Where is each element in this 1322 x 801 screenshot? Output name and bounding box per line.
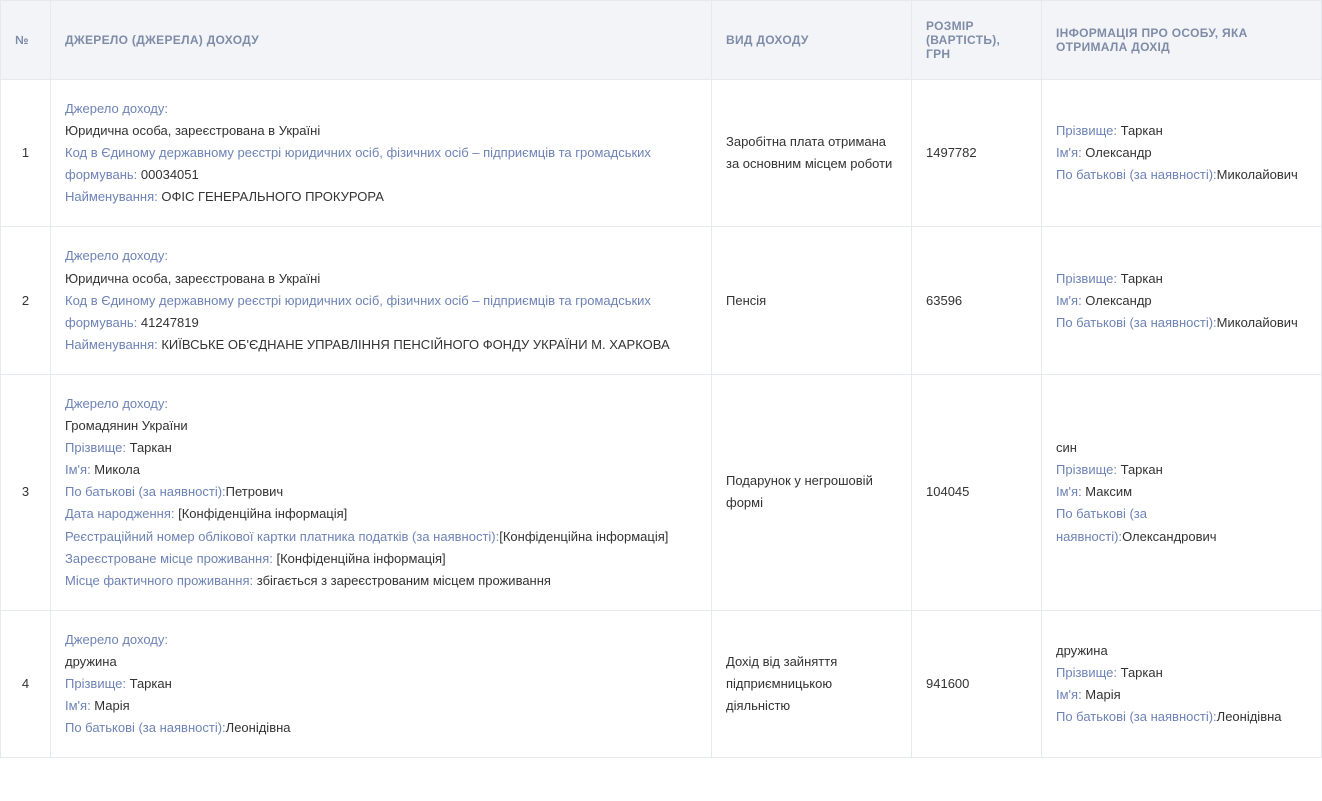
label-source-header: Джерело доходу: — [65, 248, 168, 263]
header-source: ДЖЕРЕЛО (ДЖЕРЕЛА) ДОХОДУ — [51, 1, 712, 80]
src-actaddr: збігається з зареєстрованим місцем прожи… — [257, 573, 551, 588]
src-dob: [Конфіденційна інформація] — [178, 506, 347, 521]
row-num: 3 — [1, 374, 51, 610]
person-patronymic: Миколайович — [1217, 315, 1298, 330]
label-patronymic: По батькові (за наявності): — [65, 484, 226, 499]
label-patronymic: По батькові (за наявності): — [1056, 315, 1217, 330]
label-patronymic: По батькові (за наявності): — [65, 720, 226, 735]
label-surname: Прізвище: — [65, 676, 130, 691]
source-entity: Юридична особа, зареєстрована в Україні — [65, 123, 320, 138]
cell-type: Пенсія — [712, 227, 912, 374]
person-patronymic: Леонідівна — [1217, 709, 1282, 724]
source-entity: дружина — [65, 654, 117, 669]
label-orgname: Найменування: — [65, 189, 161, 204]
row-num: 1 — [1, 80, 51, 227]
source-code: 41247819 — [141, 315, 199, 330]
label-surname: Прізвище: — [1056, 123, 1121, 138]
cell-source: Джерело доходу: Юридична особа, зареєстр… — [51, 227, 712, 374]
cell-source: Джерело доходу: дружина Прізвище: Таркан… — [51, 610, 712, 757]
cell-person: син Прізвище: Таркан Ім'я: Максим По бат… — [1042, 374, 1322, 610]
header-amount: РОЗМІР (ВАРТІСТЬ), ГРН — [912, 1, 1042, 80]
cell-type: Дохід від зайняття підприємницькою діяль… — [712, 610, 912, 757]
src-regaddr: [Конфіденційна інформація] — [277, 551, 446, 566]
person-relation: син — [1056, 440, 1077, 455]
src-patronymic: Леонідівна — [226, 720, 291, 735]
header-person: ІНФОРМАЦІЯ ПРО ОСОБУ, ЯКА ОТРИМАЛА ДОХІД — [1042, 1, 1322, 80]
source-orgname: КИЇВСЬКЕ ОБ'ЄДНАНЕ УПРАВЛІННЯ ПЕНСІЙНОГО… — [161, 337, 669, 352]
src-surname: Таркан — [130, 676, 172, 691]
source-entity: Громадянин України — [65, 418, 188, 433]
person-surname: Таркан — [1121, 665, 1163, 680]
person-firstname: Максим — [1085, 484, 1132, 499]
cell-amount: 104045 — [912, 374, 1042, 610]
header-num: № — [1, 1, 51, 80]
src-surname: Таркан — [130, 440, 172, 455]
person-firstname: Марія — [1085, 687, 1120, 702]
cell-person: дружина Прізвище: Таркан Ім'я: Марія По … — [1042, 610, 1322, 757]
label-firstname: Ім'я: — [1056, 687, 1085, 702]
label-orgname: Найменування: — [65, 337, 161, 352]
label-source-header: Джерело доходу: — [65, 101, 168, 116]
label-source-header: Джерело доходу: — [65, 396, 168, 411]
row-num: 2 — [1, 227, 51, 374]
label-patronymic: По батькові (за наявності): — [1056, 167, 1217, 182]
cell-person: Прізвище: Таркан Ім'я: Олександр По бать… — [1042, 80, 1322, 227]
person-surname: Таркан — [1121, 462, 1163, 477]
person-firstname: Олександр — [1085, 293, 1151, 308]
label-firstname: Ім'я: — [1056, 145, 1085, 160]
src-firstname: Микола — [94, 462, 140, 477]
src-firstname: Марія — [94, 698, 129, 713]
label-regaddr: Зареєстроване місце проживання: — [65, 551, 277, 566]
person-patronymic: Олександрович — [1122, 529, 1217, 544]
label-source-header: Джерело доходу: — [65, 632, 168, 647]
label-firstname: Ім'я: — [1056, 484, 1085, 499]
src-taxid: [Конфіденційна інформація] — [499, 529, 668, 544]
label-actaddr: Місце фактичного проживання: — [65, 573, 257, 588]
source-orgname: ОФІС ГЕНЕРАЛЬНОГО ПРОКУРОРА — [161, 189, 384, 204]
cell-person: Прізвище: Таркан Ім'я: Олександр По бать… — [1042, 227, 1322, 374]
label-patronymic: По батькові (за наявності): — [1056, 709, 1217, 724]
income-table: № ДЖЕРЕЛО (ДЖЕРЕЛА) ДОХОДУ ВИД ДОХОДУ РО… — [0, 0, 1322, 758]
person-surname: Таркан — [1121, 271, 1163, 286]
source-entity: Юридична особа, зареєстрована в Україні — [65, 271, 320, 286]
table-row: 4 Джерело доходу: дружина Прізвище: Тарк… — [1, 610, 1322, 757]
table-row: 1 Джерело доходу: Юридична особа, зареєс… — [1, 80, 1322, 227]
label-surname: Прізвище: — [1056, 462, 1121, 477]
person-relation: дружина — [1056, 643, 1108, 658]
label-surname: Прізвище: — [1056, 271, 1121, 286]
label-taxid: Реєстраційний номер облікової картки пла… — [65, 529, 499, 544]
table-row: 3 Джерело доходу: Громадянин України Прі… — [1, 374, 1322, 610]
person-firstname: Олександр — [1085, 145, 1151, 160]
cell-source: Джерело доходу: Громадянин України Прізв… — [51, 374, 712, 610]
row-num: 4 — [1, 610, 51, 757]
label-firstname: Ім'я: — [1056, 293, 1085, 308]
cell-type: Подарунок у негрошовій формі — [712, 374, 912, 610]
person-patronymic: Миколайович — [1217, 167, 1298, 182]
table-row: 2 Джерело доходу: Юридична особа, зареєс… — [1, 227, 1322, 374]
label-firstname: Ім'я: — [65, 462, 94, 477]
header-type: ВИД ДОХОДУ — [712, 1, 912, 80]
src-patronymic: Петрович — [226, 484, 284, 499]
person-surname: Таркан — [1121, 123, 1163, 138]
cell-amount: 941600 — [912, 610, 1042, 757]
cell-amount: 63596 — [912, 227, 1042, 374]
cell-source: Джерело доходу: Юридична особа, зареєстр… — [51, 80, 712, 227]
table-header: № ДЖЕРЕЛО (ДЖЕРЕЛА) ДОХОДУ ВИД ДОХОДУ РО… — [1, 1, 1322, 80]
label-firstname: Ім'я: — [65, 698, 94, 713]
label-surname: Прізвище: — [1056, 665, 1121, 680]
label-dob: Дата народження: — [65, 506, 178, 521]
cell-type: Заробітна плата отримана за основним міс… — [712, 80, 912, 227]
label-surname: Прізвище: — [65, 440, 130, 455]
source-code: 00034051 — [141, 167, 199, 182]
cell-amount: 1497782 — [912, 80, 1042, 227]
table-body: 1 Джерело доходу: Юридична особа, зареєс… — [1, 80, 1322, 758]
